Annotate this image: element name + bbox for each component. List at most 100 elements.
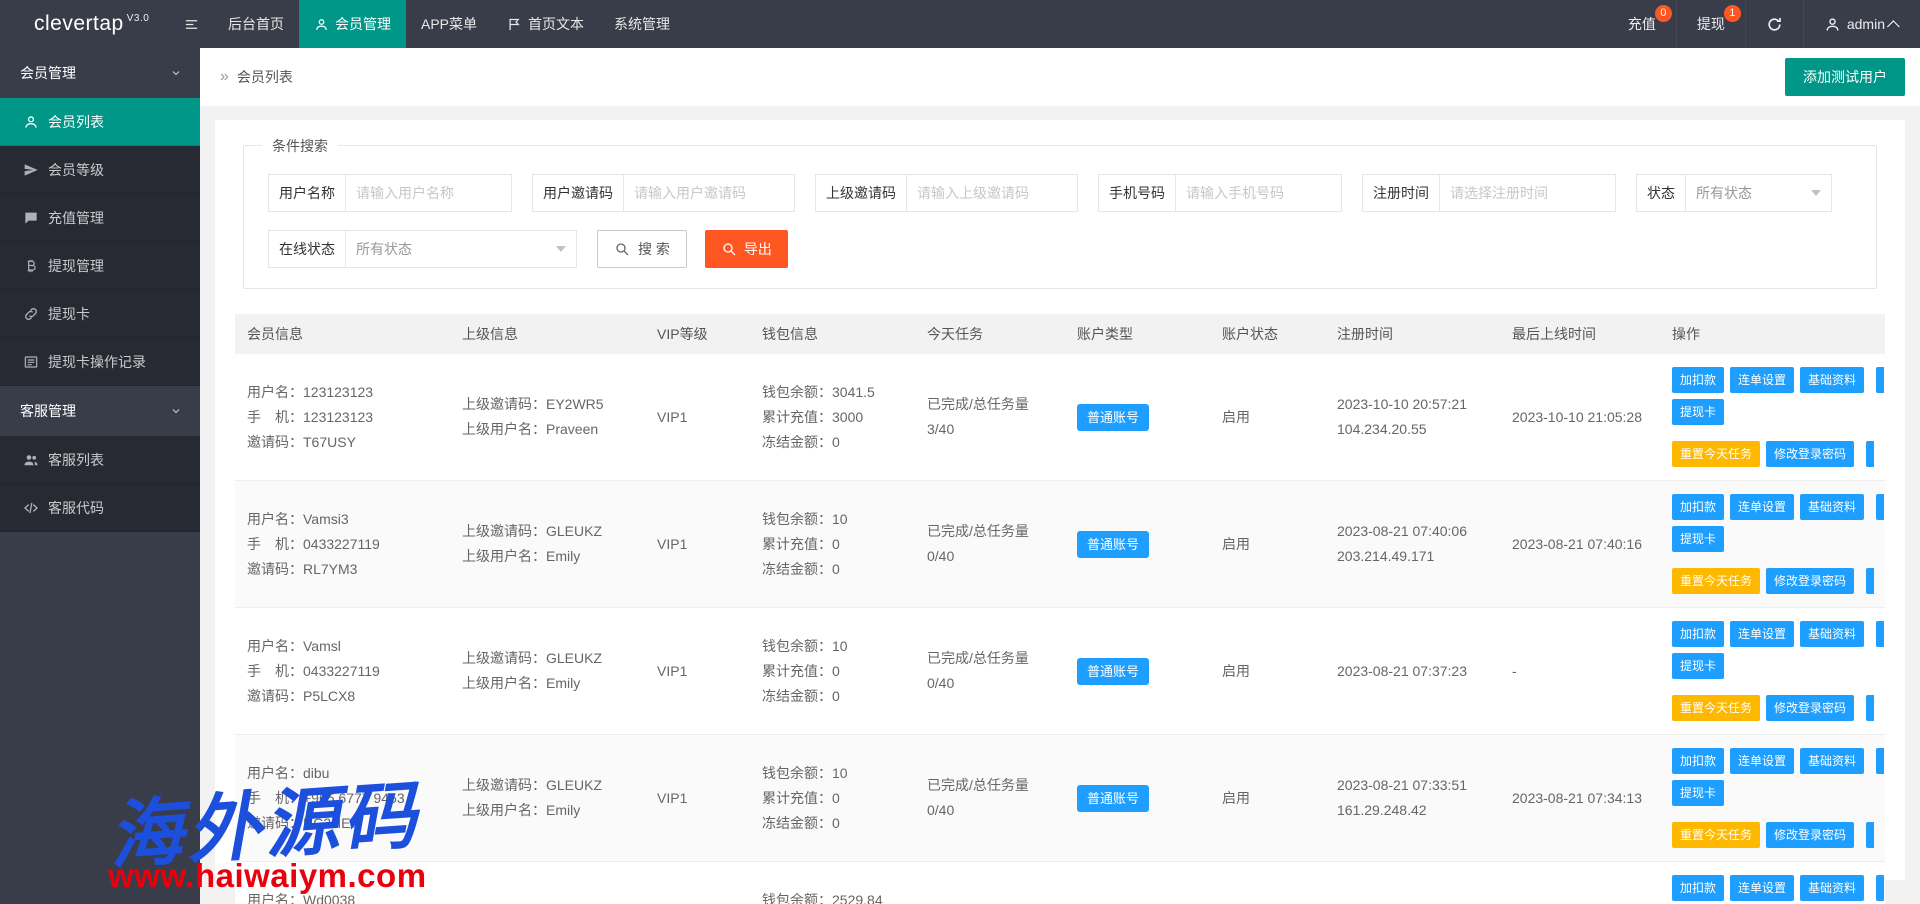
filter-input-parent-invite-code[interactable] [907,175,1077,211]
wallet-info-cell: 钱包余额：10累计充值：0冻结金额：0 [750,481,915,607]
add-test-user-button[interactable]: 添加测试用户 [1785,58,1905,96]
serial-order-settings-button[interactable]: 连单设置 [1730,748,1794,774]
cutoff-button[interactable] [1866,441,1874,467]
serial-order-settings-button[interactable]: 连单设置 [1730,875,1794,901]
table-row: 用户名：Vamsi3手 机：0433227119邀请码：RL7YM3上级邀请码：… [235,481,1885,608]
sidebar-item-withdraw-card-log[interactable]: 提现卡操作记录 [0,338,200,386]
refresh-button[interactable] [1745,0,1803,48]
member-info-cell: 用户名：123123123手 机：123123123邀请码：T67USY [235,354,450,480]
cutoff-button[interactable] [1866,695,1874,721]
cutoff-button[interactable] [1866,822,1874,848]
cutoff-button[interactable] [1876,367,1884,393]
sidebar-item-member-list[interactable]: 会员列表 [0,98,200,146]
filter-select-online-status[interactable]: 所有状态 [346,231,576,267]
serial-order-settings-button[interactable]: 连单设置 [1730,621,1794,647]
add-deduction-button[interactable]: 加扣款 [1672,621,1724,647]
search-legend: 条件搜索 [262,136,338,156]
filter-input-user-invite-code[interactable] [624,175,794,211]
reset-today-task-button[interactable]: 重置今天任务 [1672,568,1760,594]
basic-info-button[interactable]: 基础资料 [1800,875,1864,901]
last-online-cell: 2023-08-21 07:34:13 [1500,735,1660,861]
parent-info-cell: 上级邀请码：GLEUKZ上级用户名：Emily [450,608,645,734]
cutoff-button[interactable] [1866,568,1874,594]
serial-order-settings-button[interactable]: 连单设置 [1730,494,1794,520]
top-menu-member-management[interactable]: 会员管理 [299,0,406,48]
top-menu-home-text[interactable]: 首页文本 [492,0,599,48]
basic-info-button[interactable]: 基础资料 [1800,367,1864,393]
cutoff-button[interactable] [1876,875,1884,901]
sidebar-item-withdraw-card[interactable]: 提现卡 [0,290,200,338]
reset-today-task-button[interactable]: 重置今天任务 [1672,441,1760,467]
filter-input-register-time[interactable] [1440,175,1615,211]
table-header: 会员信息上级信息VIP等级钱包信息今天任务账户类型账户状态注册时间最后上线时间操… [235,314,1885,354]
column-header: 账户类型 [1065,314,1210,354]
last-online-cell: - [1500,608,1660,734]
basic-info-button[interactable]: 基础资料 [1800,621,1864,647]
bitcoin-icon [23,258,39,274]
top-menu-system-management[interactable]: 系统管理 [599,0,685,48]
user-icon [23,114,39,130]
recharge-menu[interactable]: 充值 0 [1608,0,1676,48]
add-deduction-button[interactable]: 加扣款 [1672,367,1724,393]
wallet-info-cell: 钱包余额：3041.5累计充值：3000冻结金额：0 [750,354,915,480]
table-row: 用户名：Vamsl手 机：0433227119邀请码：P5LCX8上级邀请码：G… [235,608,1885,735]
withdraw-menu[interactable]: 提现 1 [1676,0,1745,48]
sidebar: 会员管理会员列表会员等级充值管理提现管理提现卡提现卡操作记录客服管理客服列表客服… [0,48,200,904]
sidebar-item-withdraw-management[interactable]: 提现管理 [0,242,200,290]
withdraw-card-button[interactable]: 提现卡 [1672,780,1724,806]
app-logo: clevertap V3.0 [0,0,170,48]
basic-info-button[interactable]: 基础资料 [1800,748,1864,774]
top-menu-app-menu[interactable]: APP菜单 [406,0,492,48]
cutoff-button[interactable] [1876,494,1884,520]
reset-today-task-button[interactable]: 重置今天任务 [1672,822,1760,848]
filter-select-status[interactable]: 所有状态 [1686,175,1831,211]
sidebar-item-member-level[interactable]: 会员等级 [0,146,200,194]
chat-icon [23,210,39,226]
parent-info-cell: 上级邀请码：GLEUKZ上级用户名：Emily [450,735,645,861]
sidebar-group-member-management[interactable]: 会员管理 [0,48,200,98]
filter-label: 上级邀请码 [816,175,907,211]
admin-username: admin [1847,16,1885,32]
vip-level-cell: VIP1 [645,735,750,861]
column-header: 操作 [1660,314,1885,354]
member-info-cell: 用户名：Vamsl手 机：0433227119邀请码：P5LCX8 [235,608,450,734]
sidebar-item-label: 客服列表 [48,450,104,470]
sidebar-item-label: 充值管理 [48,208,104,228]
filter-input-phone-number[interactable] [1176,175,1341,211]
top-menu-dashboard[interactable]: 后台首页 [213,0,299,48]
column-header: 最后上线时间 [1500,314,1660,354]
add-deduction-button[interactable]: 加扣款 [1672,494,1724,520]
column-header: 钱包信息 [750,314,915,354]
basic-info-button[interactable]: 基础资料 [1800,494,1864,520]
sidebar-item-service-list[interactable]: 客服列表 [0,436,200,484]
column-header: 会员信息 [235,314,450,354]
cutoff-button[interactable] [1876,621,1884,647]
sidebar-item-label: 提现卡 [48,304,90,324]
sidebar-group-service-management[interactable]: 客服管理 [0,386,200,436]
cutoff-button[interactable] [1876,748,1884,774]
serial-order-settings-button[interactable]: 连单设置 [1730,367,1794,393]
sidebar-item-service-code[interactable]: 客服代码 [0,484,200,532]
vip-level-cell: VIP1 [645,354,750,480]
sidebar-item-recharge-management[interactable]: 充值管理 [0,194,200,242]
recharge-badge: 0 [1655,5,1672,22]
admin-menu[interactable]: admin [1803,0,1920,48]
export-button[interactable]: 导出 [705,230,788,268]
top-bar: clevertap V3.0 后台首页会员管理APP菜单首页文本系统管理 充值 … [0,0,1920,48]
member-info-cell: 用户名：Wd0038手 机：9412548741邀请码：RYNX56 [235,862,450,904]
top-nav: 后台首页会员管理APP菜单首页文本系统管理 [170,0,685,48]
withdraw-card-button[interactable]: 提现卡 [1672,526,1724,552]
filter-label: 注册时间 [1363,175,1440,211]
add-deduction-button[interactable]: 加扣款 [1672,875,1724,901]
withdraw-card-button[interactable]: 提现卡 [1672,399,1724,425]
collapse-sidebar-button[interactable] [170,0,213,48]
search-button[interactable]: 搜 索 [597,230,687,268]
add-deduction-button[interactable]: 加扣款 [1672,748,1724,774]
change-login-password-button[interactable]: 修改登录密码 [1766,695,1854,721]
withdraw-card-button[interactable]: 提现卡 [1672,653,1724,679]
filter-input-username[interactable] [346,175,511,211]
reset-today-task-button[interactable]: 重置今天任务 [1672,695,1760,721]
change-login-password-button[interactable]: 修改登录密码 [1766,822,1854,848]
change-login-password-button[interactable]: 修改登录密码 [1766,441,1854,467]
change-login-password-button[interactable]: 修改登录密码 [1766,568,1854,594]
